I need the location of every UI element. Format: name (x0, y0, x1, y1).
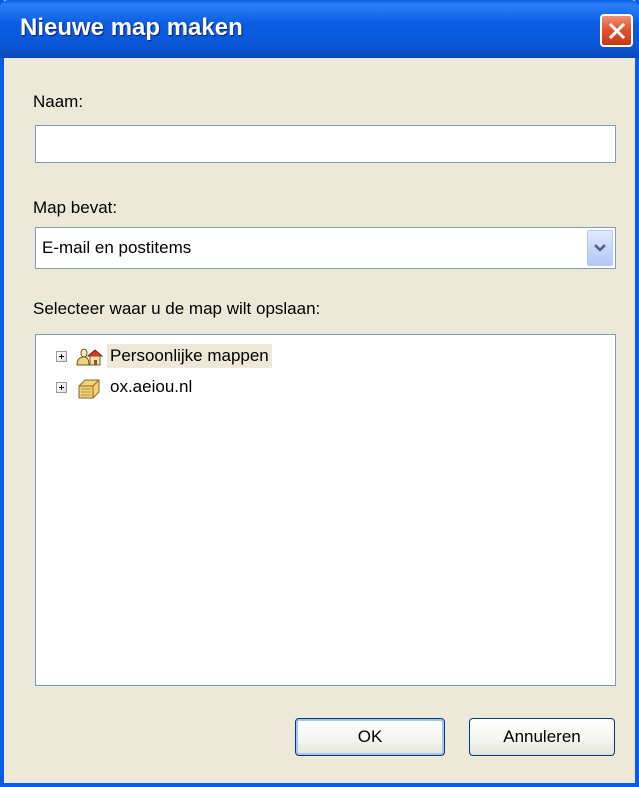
new-folder-dialog: Nieuwe map maken Naam: Map bevat: E-mail… (0, 0, 639, 787)
tree-item-label: ox.aeiou.nl (110, 377, 193, 396)
window-title: Nieuwe map maken (20, 14, 243, 41)
folder-contains-select[interactable]: E-mail en postitems (35, 227, 616, 269)
expand-icon[interactable] (56, 381, 67, 393)
personal-folders-icon (76, 348, 103, 366)
tree-item-personal-folders[interactable]: Persoonlijke mappen (56, 342, 272, 370)
expand-icon[interactable] (56, 350, 67, 362)
location-label: Selecteer waar u de map wilt opslaan: (33, 299, 321, 318)
name-label: Naam: (33, 92, 84, 111)
folder-contains-label: Map bevat: (33, 198, 118, 217)
cancel-button[interactable]: Annuleren (469, 718, 615, 756)
tree-item-mailbox[interactable]: ox.aeiou.nl (56, 373, 195, 401)
tree-item-label: Persoonlijke mappen (107, 344, 272, 368)
title-bar[interactable]: Nieuwe map maken (0, 0, 639, 58)
ok-button[interactable]: OK (295, 718, 445, 756)
name-input[interactable] (35, 125, 616, 163)
close-button[interactable] (600, 14, 633, 47)
close-icon (608, 22, 625, 39)
chevron-down-icon (594, 244, 606, 252)
folder-contains-value: E-mail en postitems (42, 238, 192, 257)
folder-tree[interactable]: Persoonlijke mappen ox.aeiou.nl (35, 334, 616, 686)
mailbox-icon (78, 379, 100, 399)
dropdown-button[interactable] (587, 230, 613, 266)
